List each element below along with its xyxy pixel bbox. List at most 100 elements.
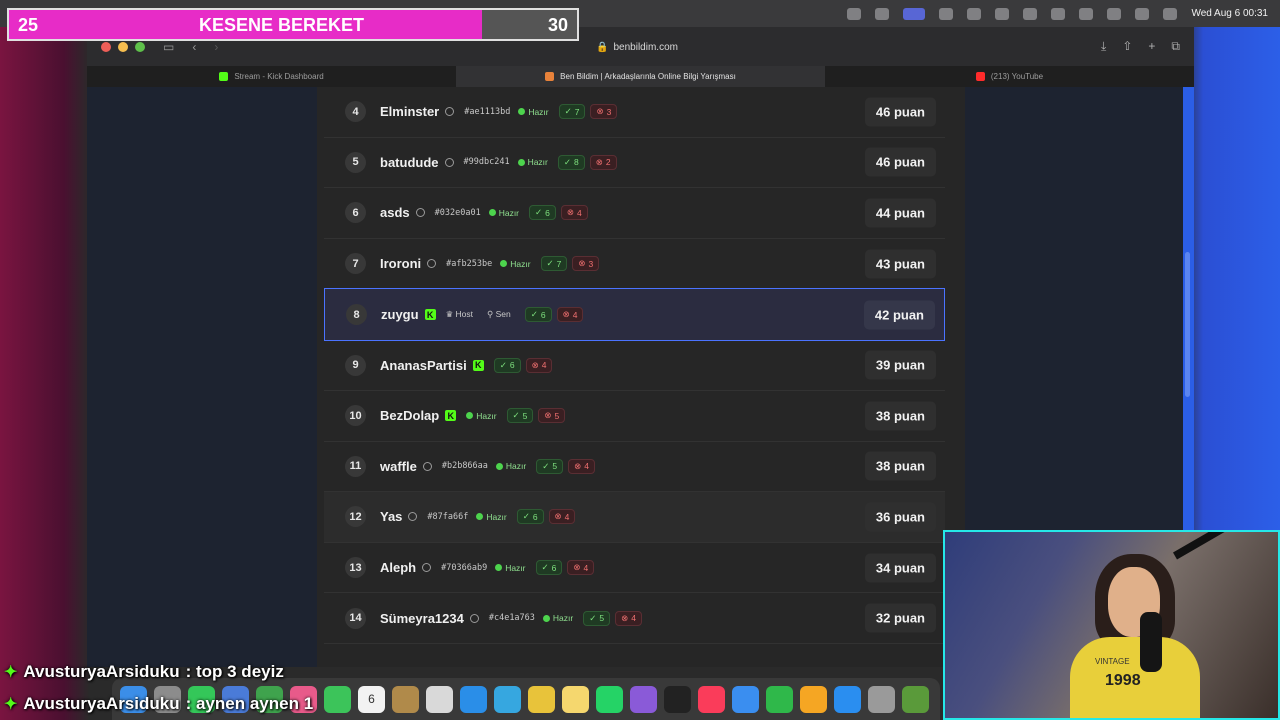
leaderboard-row[interactable]: 13 Aleph #70366ab9 Hazır ✓ 6 ⊗ 4 34 puan (324, 543, 945, 594)
wrong-value: 4 (577, 207, 582, 218)
wrong-value: 4 (564, 511, 570, 522)
player-name: zuygu (381, 307, 419, 323)
x-circle-icon: ⊗ (566, 207, 574, 218)
back-icon[interactable]: ‹ (192, 40, 196, 54)
kick-icon: K (424, 309, 436, 321)
menubar-status-icon[interactable] (967, 7, 982, 20)
music-icon[interactable] (698, 685, 725, 713)
leaderboard-row[interactable]: 9 AnanasPartisi K ✓ 6 ⊗ 4 39 puan (324, 340, 945, 391)
tab-kick-dashboard[interactable]: Stream - Kick Dashboard (87, 66, 456, 87)
reminders-icon[interactable] (426, 685, 453, 713)
leaderboard-row[interactable]: 8 zuygu K ♛ Host ⚲ Sen ✓ 6 ⊗ 4 42 puan (324, 288, 945, 342)
close-window-button[interactable] (101, 41, 111, 52)
menubar-status-icon[interactable] (875, 7, 890, 20)
menubar-status-icon[interactable] (939, 7, 954, 20)
points-badge: 38 puan (864, 401, 936, 431)
browser-toolbar-right: ⤓ ⇧ + ⧉ (1101, 39, 1180, 54)
leaderboard-row[interactable]: 6 asds #032e0a01 Hazır ✓ 6 ⊗ 4 44 puan (324, 188, 945, 239)
download-icon[interactable]: ⤓ (1101, 39, 1106, 54)
tab-ben-bildim[interactable]: Ben Bildim | Arkadaşlarınla Online Bilgi… (456, 66, 825, 87)
menubar-status-icon[interactable] (995, 7, 1010, 20)
rank-badge: 6 (345, 202, 366, 224)
tab-youtube[interactable]: (213) YouTube (825, 66, 1194, 87)
rank-badge: 11 (345, 455, 366, 477)
safari-icon[interactable] (460, 685, 487, 713)
battery-icon[interactable] (1079, 7, 1094, 20)
leaderboard-row[interactable]: 7 Iroroni #afb253be Hazır ✓ 7 ⊗ 3 43 puan (324, 239, 945, 290)
chat-user: AvusturyaArsiduku (23, 662, 180, 681)
apple-tv-icon[interactable] (664, 685, 691, 713)
notes-app-icon[interactable] (562, 685, 589, 713)
x-circle-icon: ⊗ (574, 460, 582, 471)
check-icon (518, 108, 526, 116)
wrong-value: 4 (631, 613, 636, 624)
player-name: asds (380, 205, 410, 221)
user-icon: ⚲ (487, 309, 496, 320)
sidebar-toggle-icon[interactable]: ▭ (163, 40, 174, 54)
system-settings-icon[interactable] (868, 685, 895, 713)
points-badge: 32 puan (864, 603, 936, 633)
forward-icon[interactable]: › (214, 40, 218, 54)
chat-user: AvusturyaArsiduku (23, 694, 180, 713)
stocks-icon[interactable] (630, 685, 657, 713)
rank-badge: 9 (345, 354, 366, 376)
share-icon[interactable]: ⇧ (1122, 39, 1132, 54)
points-badge: 44 puan (864, 198, 936, 228)
pages-icon[interactable] (800, 685, 827, 713)
app-store-icon[interactable] (834, 685, 861, 713)
app-icon[interactable] (902, 685, 929, 713)
chat-message: ✦ AvusturyaArsiduku : aynen aynen 1 (4, 688, 313, 720)
tab-overview-icon[interactable]: ⧉ (1171, 39, 1180, 54)
shirt-text-top: VINTAGE (1095, 657, 1130, 666)
correct-value: 7 (574, 106, 580, 117)
leaderboard-row[interactable]: 14 Sümeyra1234 #c4e1a763 Hazır ✓ 5 ⊗ 4 32 puan (324, 593, 945, 644)
player-id: #ae1113bd (464, 106, 511, 117)
ready-status: Hazır (517, 157, 548, 167)
menubar-status-icon[interactable] (903, 7, 926, 20)
x-circle-icon: ⊗ (596, 106, 604, 117)
leaderboard-row[interactable]: 5 batudude #99dbc241 Hazır ✓ 8 ⊗ 2 46 puan (324, 138, 945, 189)
search-icon[interactable] (1135, 7, 1150, 20)
correct-count: ✓ 6 (516, 509, 544, 525)
check-circle-icon: ✓ (530, 309, 538, 320)
menubar-status-icon[interactable] (847, 7, 862, 20)
notes-icon[interactable] (392, 685, 419, 713)
menubar-status-icon[interactable] (1023, 7, 1038, 20)
chrome-icon[interactable] (528, 685, 555, 713)
control-center-icon[interactable] (1163, 7, 1178, 20)
leaderboard-row[interactable]: 12 Yas #87fa66f Hazır ✓ 6 ⊗ 4 36 puan (324, 492, 945, 543)
zoom-window-button[interactable] (135, 41, 145, 52)
ready-label: Hazır (505, 562, 526, 573)
ready-label: Hazır (498, 207, 520, 218)
check-circle-icon: ✓ (541, 562, 549, 573)
leaderboard-row[interactable]: 11 waffle #b2b866aa Hazır ✓ 5 ⊗ 4 38 puan (324, 442, 945, 493)
minimize-window-button[interactable] (118, 41, 128, 52)
chat-text: : aynen aynen 1 (185, 694, 314, 713)
menubar-clock[interactable]: Wed Aug 6 00:31 (1191, 8, 1268, 19)
numbers-icon[interactable] (766, 685, 793, 713)
new-tab-icon[interactable]: + (1148, 39, 1155, 54)
whatsapp-icon[interactable] (596, 685, 623, 713)
calendar-icon[interactable]: 6 (358, 685, 385, 713)
player-id: #c4e1a763 (488, 613, 535, 624)
host-tag: ♛ Host (446, 309, 473, 320)
user-icon (415, 208, 425, 218)
correct-value: 6 (509, 360, 515, 371)
telegram-icon[interactable] (494, 685, 521, 713)
user-icon (445, 107, 455, 117)
facetime-icon[interactable] (324, 685, 351, 713)
x-circle-icon: ⊗ (621, 612, 629, 623)
leaderboard-row[interactable]: 10 BezDolap K Hazır ✓ 5 ⊗ 5 38 puan (324, 391, 945, 442)
rank-badge: 10 (345, 405, 366, 427)
scroll-thumb[interactable] (1185, 252, 1190, 397)
ready-label: Hazır (552, 613, 574, 624)
wifi-icon[interactable] (1107, 7, 1122, 20)
player-name: waffle (380, 458, 417, 474)
rank-badge: 4 (345, 101, 366, 123)
user-icon (408, 512, 418, 522)
play-icon[interactable] (1051, 7, 1066, 20)
wrong-count: ⊗ 4 (615, 610, 642, 626)
keynote-icon[interactable] (732, 685, 759, 713)
wrong-count: ⊗ 4 (525, 357, 553, 373)
leaderboard-row[interactable]: 4 Elminster #ae1113bd Hazır ✓ 7 ⊗ 3 46 puan (324, 87, 945, 138)
